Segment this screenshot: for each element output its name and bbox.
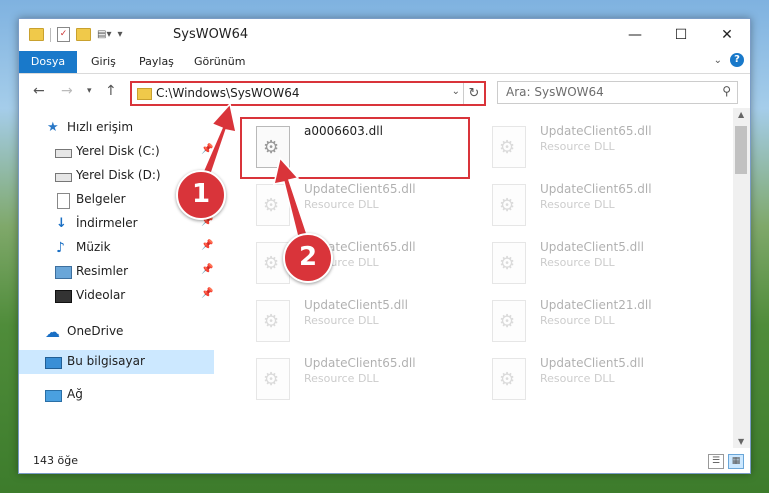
step-2-badge: 2 [283,233,333,283]
annotation-arrows [195,102,310,243]
step-1-badge: 1 [176,170,226,220]
arrow-to-file [273,156,310,243]
